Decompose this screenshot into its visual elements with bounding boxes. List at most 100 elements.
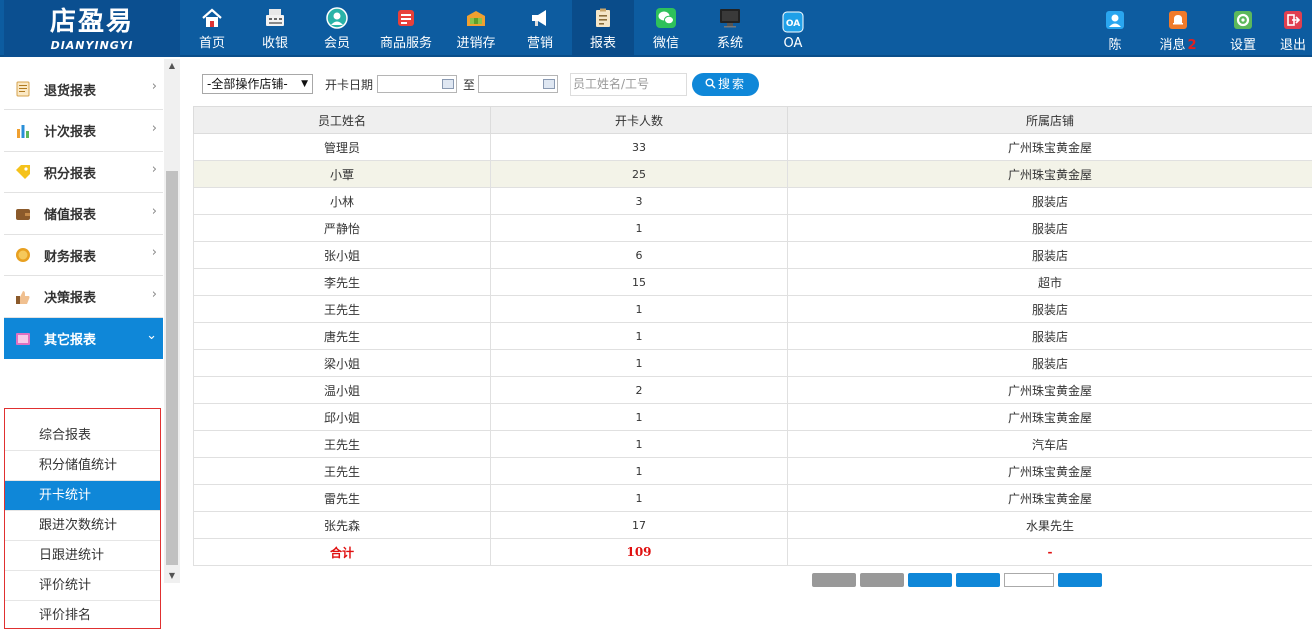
store-cell: 服装店	[788, 242, 1312, 269]
store-cell: 广州珠宝黄金屋	[788, 134, 1312, 161]
prev-page-button[interactable]	[860, 573, 904, 587]
sidebar-item-label: 积分报表	[44, 163, 96, 182]
sidebar-item-3[interactable]: 积分报表›	[4, 152, 163, 193]
table-row[interactable]: 王先生1广州珠宝黄金屋	[194, 458, 1312, 485]
calendar-icon[interactable]	[442, 79, 454, 89]
store-cell: 广州珠宝黄金屋	[788, 485, 1312, 512]
first-page-button[interactable]	[812, 573, 856, 587]
nav-item-wechat[interactable]: 微信	[634, 0, 698, 57]
nav-item-label: 进销存	[456, 32, 495, 51]
scroll-thumb[interactable]	[166, 171, 178, 565]
logout-button[interactable]: 退出	[1274, 0, 1312, 57]
home-icon	[200, 7, 224, 29]
table-row[interactable]: 李先生15超市	[194, 269, 1312, 296]
staff-name-cell: 李先生	[194, 269, 491, 296]
chevron-right-icon: ›	[152, 204, 157, 219]
sidebar-item-1[interactable]: 退货报表›	[4, 69, 163, 110]
table-row[interactable]: 管理员33广州珠宝黄金屋	[194, 134, 1312, 161]
store-cell: 汽车店	[788, 431, 1312, 458]
table-row[interactable]: 小覃25广州珠宝黄金屋	[194, 161, 1312, 188]
app-logo[interactable]: 店盈易 DIANYINGYI	[4, 0, 180, 57]
go-page-button[interactable]	[1058, 573, 1102, 587]
column-header[interactable]: 所属店铺	[788, 107, 1312, 134]
table-row[interactable]: 小林3服装店	[194, 188, 1312, 215]
table-row[interactable]: 张先森17水果先生	[194, 512, 1312, 539]
store-select[interactable]: -全部操作店铺- ▼	[202, 74, 313, 94]
total-store-cell: -	[788, 539, 1312, 566]
chevron-right-icon: ›	[152, 245, 157, 260]
column-header[interactable]: 员工姓名	[194, 107, 491, 134]
messages-button[interactable]: 消息2	[1144, 0, 1212, 57]
submenu-spacer	[5, 409, 160, 421]
search-button[interactable]: 搜索	[692, 73, 759, 96]
sidebar-scrollbar[interactable]: ▲ ▼	[164, 59, 180, 583]
points-tag-icon	[14, 163, 32, 181]
sidebar-item-7[interactable]: 其它报表⌄	[4, 318, 163, 359]
start-date-input[interactable]	[377, 75, 457, 93]
nav-item-label: 报表	[590, 32, 616, 51]
page-jump-input[interactable]	[1004, 573, 1054, 587]
staff-search-input[interactable]: 员工姓名/工号	[570, 73, 687, 96]
column-header[interactable]: 开卡人数	[491, 107, 788, 134]
table-row[interactable]: 雷先生1广州珠宝黄金屋	[194, 485, 1312, 512]
nav-item-home[interactable]: 首页	[180, 0, 244, 57]
nav-item-label: OA	[784, 36, 803, 51]
submenu-item-5[interactable]: 日跟进统计	[5, 541, 160, 571]
nav-item-inventory[interactable]: 进销存	[444, 0, 508, 57]
end-date-input[interactable]	[478, 75, 558, 93]
store-cell: 服装店	[788, 215, 1312, 242]
nav-item-report[interactable]: 报表	[572, 0, 634, 57]
nav-item-label: 营销	[527, 32, 553, 51]
submenu-item-3[interactable]: 开卡统计	[5, 481, 160, 511]
submenu-item-1[interactable]: 综合报表	[5, 421, 160, 451]
open-date-label: 开卡日期	[325, 76, 373, 93]
sidebar-item-4[interactable]: 储值报表›	[4, 194, 163, 235]
table-row[interactable]: 唐先生1服装店	[194, 323, 1312, 350]
nav-item-cash-register[interactable]: 收银	[244, 0, 306, 57]
staff-name-cell: 雷先生	[194, 485, 491, 512]
submenu-item-4[interactable]: 跟进次数统计	[5, 511, 160, 541]
sidebar-item-label: 财务报表	[44, 246, 96, 265]
store-cell: 广州珠宝黄金屋	[788, 404, 1312, 431]
staff-name-cell: 王先生	[194, 296, 491, 323]
card-count-cell: 1	[491, 350, 788, 377]
scroll-up-arrow[interactable]: ▲	[164, 59, 180, 73]
submenu-item-2[interactable]: 积分储值统计	[5, 451, 160, 481]
table-row[interactable]: 张小姐6服装店	[194, 242, 1312, 269]
table-row[interactable]: 王先生1服装店	[194, 296, 1312, 323]
nav-item-product-service[interactable]: 商品服务	[368, 0, 444, 57]
nav-item-system[interactable]: 系统	[698, 0, 762, 57]
table-row[interactable]: 严静怡1服装店	[194, 215, 1312, 242]
settings-button[interactable]: 设置	[1212, 0, 1274, 57]
nav-item-marketing[interactable]: 营销	[508, 0, 572, 57]
staff-name-cell: 张小姐	[194, 242, 491, 269]
submenu-item-7[interactable]: 评价排名	[5, 601, 160, 631]
thumbs-up-icon	[14, 288, 32, 306]
sidebar-item-6[interactable]: 决策报表›	[4, 277, 163, 318]
table-row[interactable]: 王先生1汽车店	[194, 431, 1312, 458]
table-row[interactable]: 温小姐2广州珠宝黄金屋	[194, 377, 1312, 404]
table-row[interactable]: 梁小姐1服装店	[194, 350, 1312, 377]
top-navigation-bar: 店盈易 DIANYINGYI 首页收银会员商品服务进销存营销报表微信系统OAOA…	[0, 0, 1312, 57]
calendar-icon[interactable]	[543, 79, 555, 89]
last-page-button[interactable]	[956, 573, 1000, 587]
nav-item-oa[interactable]: OAOA	[762, 0, 824, 57]
staff-name-cell: 邱小姐	[194, 404, 491, 431]
card-count-cell: 1	[491, 296, 788, 323]
staff-name-cell: 小林	[194, 188, 491, 215]
staff-name-cell: 唐先生	[194, 323, 491, 350]
right-nav: 陈 消息2 设置 退出	[1086, 0, 1312, 57]
scroll-down-arrow[interactable]: ▼	[164, 569, 180, 583]
submenu-item-6[interactable]: 评价统计	[5, 571, 160, 601]
nav-item-member[interactable]: 会员	[306, 0, 368, 57]
staff-name-cell: 小覃	[194, 161, 491, 188]
next-page-button[interactable]	[908, 573, 952, 587]
card-count-cell: 6	[491, 242, 788, 269]
sidebar-item-label: 决策报表	[44, 287, 96, 306]
wallet-icon	[14, 205, 32, 223]
sidebar-item-5[interactable]: 财务报表 ›	[4, 235, 163, 276]
table-row[interactable]: 邱小姐1广州珠宝黄金屋	[194, 404, 1312, 431]
user-menu[interactable]: 陈	[1086, 0, 1144, 57]
sidebar-item-2[interactable]: 计次报表›	[4, 111, 163, 152]
user-name: 陈	[1108, 34, 1121, 53]
